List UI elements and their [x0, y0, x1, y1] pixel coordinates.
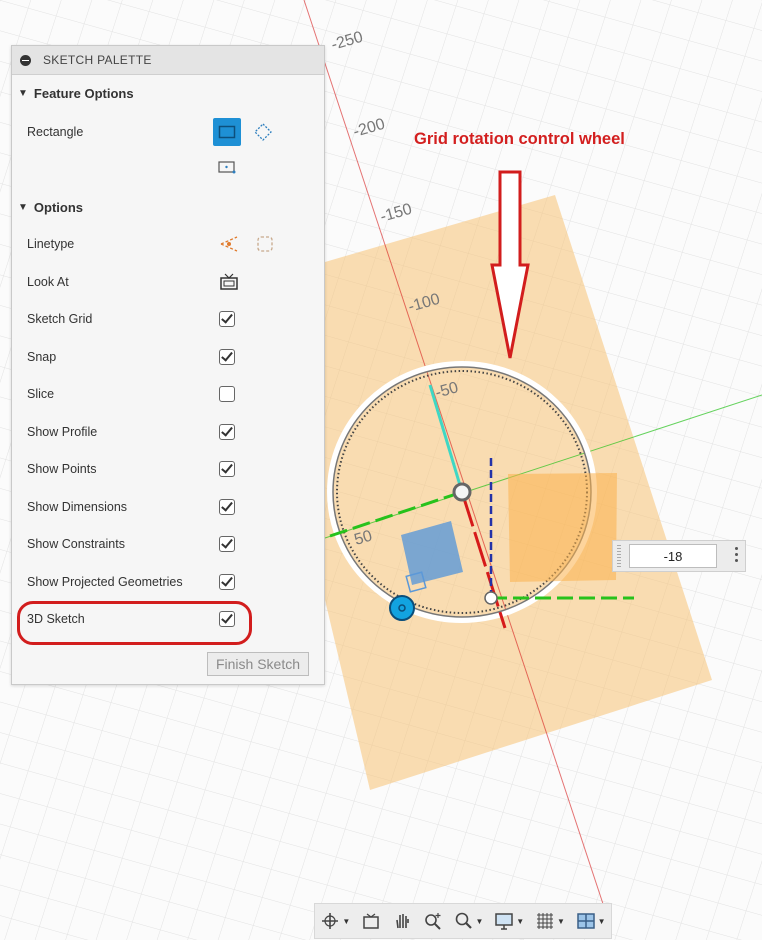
viewports-icon [576, 913, 595, 929]
zoom-window-icon [424, 913, 441, 930]
rectangle-icon [218, 125, 236, 139]
option-row-show-projected-geometries: Show Projected Geometries [12, 564, 324, 601]
collapse-triangle-icon[interactable]: ▼ [18, 88, 28, 99]
grid-settings-icon [536, 913, 553, 929]
option-label: Sketch Grid [27, 312, 93, 326]
option-label: Slice [27, 387, 55, 401]
option-row-show-dimensions: Show Dimensions [12, 489, 324, 526]
pan-icon [396, 914, 409, 929]
section-heading: Feature Options [33, 85, 134, 101]
option-label: Linetype [27, 237, 75, 251]
linetype-controls [218, 233, 276, 255]
dropdown-caret-icon[interactable]: ▼ [476, 917, 484, 926]
rectangle-label: Rectangle [27, 125, 84, 139]
center-rectangle-button[interactable] [213, 153, 241, 181]
option-row-snap: Snap [12, 339, 324, 376]
option-row-look-at: Look At [12, 264, 324, 301]
sketch-grid-checkbox[interactable] [219, 311, 235, 327]
option-label: Show Projected Geometries [27, 574, 183, 589]
checkbox-checked-icon[interactable] [219, 423, 235, 440]
checkbox-checked-icon[interactable] [219, 461, 235, 477]
option-label: Show Points [27, 462, 97, 476]
checkbox-unchecked-icon[interactable] [219, 386, 235, 402]
checkbox-checked-icon[interactable] [219, 573, 235, 590]
option-label: Snap [27, 349, 57, 364]
collapse-triangle-icon[interactable]: ▼ [18, 202, 28, 213]
zoom-window-button[interactable] [423, 911, 443, 931]
options-section[interactable]: ▼ Options [12, 190, 83, 224]
orbit-button[interactable]: ▼ [320, 911, 350, 931]
dropdown-caret-icon[interactable]: ▼ [557, 917, 565, 926]
option-row-linetype: Linetype [12, 226, 324, 263]
more-options-icon[interactable] [735, 547, 739, 565]
orbit-icon [322, 913, 339, 929]
display-settings-button[interactable]: ▼ [494, 911, 524, 931]
checkbox-checked-icon[interactable] [219, 311, 235, 327]
rotation-angle-field[interactable]: -18 [629, 544, 717, 568]
finish-sketch-button[interactable]: Finish Sketch [207, 652, 309, 676]
rotation-handle[interactable] [389, 595, 415, 621]
navigation-toolbar: ▼ ▼ ▼ ▼ ▼ [314, 903, 612, 939]
option-label: Show Constraints [27, 537, 125, 551]
dropdown-caret-icon[interactable]: ▼ [598, 917, 606, 926]
snap-checkbox[interactable] [219, 348, 235, 365]
option-label: Show Profile [27, 424, 98, 439]
sketch-palette: SKETCH PALETTE ▼ Feature Options Rectang… [11, 45, 325, 685]
wheel-center-point[interactable] [452, 482, 472, 502]
checkbox-checked-icon[interactable] [219, 348, 235, 365]
section-heading: Options [33, 199, 84, 215]
option-row-show-profile: Show Profile [12, 414, 324, 451]
viewports-button[interactable]: ▼ [576, 911, 606, 931]
drag-grip[interactable] [617, 545, 621, 567]
look-at-button[interactable] [361, 911, 381, 931]
centerline-linetype-icon[interactable] [254, 233, 276, 255]
two-point-rectangle-button[interactable] [213, 118, 241, 146]
look-at-button[interactable] [219, 272, 239, 297]
display-settings-icon [495, 913, 513, 930]
slice-checkbox[interactable] [219, 386, 235, 402]
look-at-icon [363, 913, 379, 929]
option-row-show-constraints: Show Constraints [12, 526, 324, 563]
show-profile-checkbox[interactable] [219, 423, 235, 440]
option-row-slice: Slice [12, 376, 324, 413]
grid-settings-button[interactable]: ▼ [535, 911, 565, 931]
pan-button[interactable] [392, 911, 412, 931]
highlight-oval [17, 601, 252, 645]
corner-point[interactable] [484, 591, 498, 605]
show-projected-geometries-checkbox[interactable] [219, 573, 235, 590]
look-at-icon [220, 273, 238, 290]
option-row-sketch-grid: Sketch Grid [12, 301, 324, 338]
show-constraints-checkbox[interactable] [219, 536, 235, 552]
center-rectangle-icon [218, 161, 236, 174]
collapse-icon[interactable] [20, 54, 31, 66]
palette-title: SKETCH PALETTE [43, 53, 152, 67]
option-row-show-points: Show Points [12, 451, 324, 488]
option-label: Show Dimensions [27, 499, 128, 514]
rectangle-row: Rectangle [12, 113, 324, 174]
rotation-angle-input-box: -18 [612, 540, 746, 572]
feature-options-section[interactable]: ▼ Feature Options [12, 76, 324, 110]
dropdown-caret-icon[interactable]: ▼ [342, 917, 350, 926]
zoom-icon [455, 912, 472, 929]
show-dimensions-checkbox[interactable] [219, 498, 235, 515]
callout-label: Grid rotation control wheel [414, 130, 625, 148]
option-label: Look At [27, 274, 69, 289]
dropdown-caret-icon[interactable]: ▼ [516, 917, 524, 926]
zoom-button[interactable]: ▼ [454, 911, 484, 931]
checkbox-checked-icon[interactable] [219, 536, 235, 552]
three-point-rectangle-button[interactable] [249, 118, 277, 146]
construction-linetype-icon[interactable] [218, 233, 240, 255]
checkbox-checked-icon[interactable] [219, 498, 235, 515]
diamond-rectangle-icon [254, 123, 272, 141]
orange-sketch-square [508, 473, 617, 582]
palette-header[interactable]: SKETCH PALETTE [12, 46, 324, 75]
show-points-checkbox[interactable] [219, 461, 235, 477]
